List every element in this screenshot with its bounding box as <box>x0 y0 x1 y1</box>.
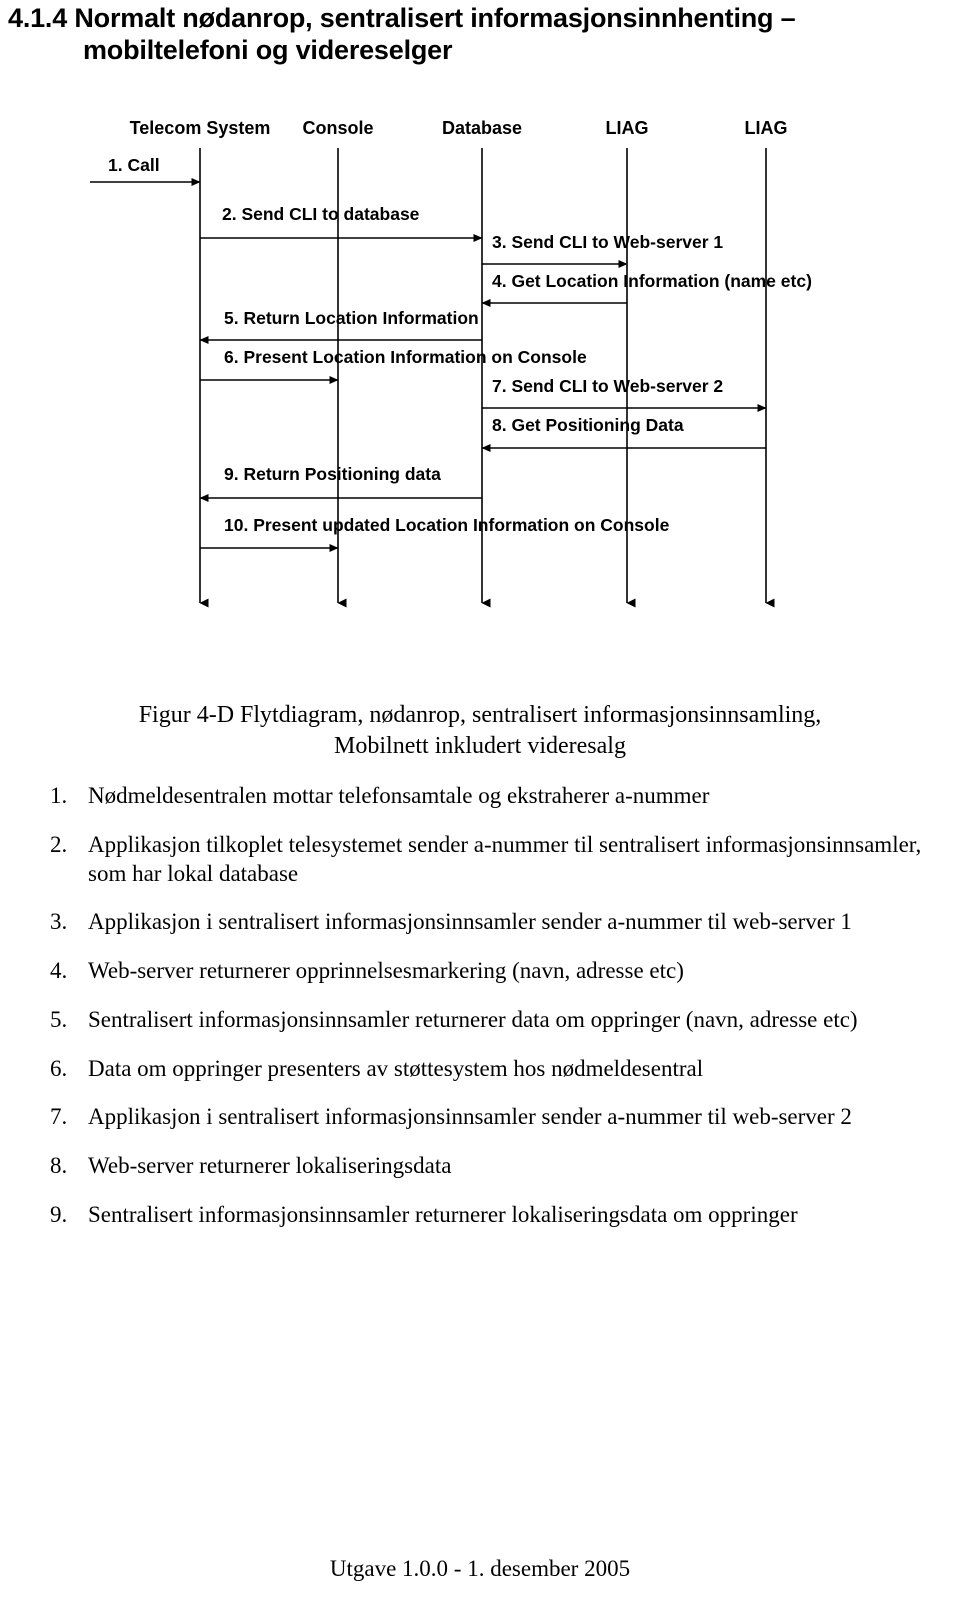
list-item-number: 9. <box>50 1201 68 1227</box>
page-footer: Utgave 1.0.0 - 1. desember 2005 <box>329 1556 631 1581</box>
list-item-text: Sentralisert informasjonsinnsamler retur… <box>88 1006 858 1032</box>
list-item-text: Nødmeldesentralen mottar telefonsamtale … <box>88 783 710 808</box>
list-item-number: 6. <box>50 1055 68 1081</box>
list-item-number: 1. <box>50 783 68 808</box>
page-title: 4.1.4 Normalt nødanrop, sentralisert inf… <box>8 2 808 67</box>
message-label: 3. Send CLI to Web-server 1 <box>492 232 723 252</box>
message-label: 2. Send CLI to database <box>222 204 420 224</box>
figure-caption-line2: Mobilnett inkludert videresalg <box>334 733 626 760</box>
message-label: 5. Return Location Information <box>224 308 479 328</box>
numbered-step-list: 1. Nødmeldesentralen mottar telefonsamtal… <box>50 782 940 1250</box>
list-item: 4. Web-server returnerer opprinnelsesmark… <box>50 957 940 986</box>
sequence-diagram: Telecom System Console Database LIAG LIAG 1.… <box>0 108 960 628</box>
list-item: 7. Applikasjon i sentralisert informasjon… <box>50 1103 940 1132</box>
list-item: 8. Web-server returnerer lokaliseringsdat… <box>50 1152 940 1181</box>
lifeline-label: LIAG <box>745 118 788 138</box>
list-item: 6. Data om oppringer presenters av støtte… <box>50 1055 940 1084</box>
list-item-number: 8. <box>50 1153 68 1178</box>
lifeline-label: Console <box>302 118 373 138</box>
figure-caption-line1: Figur 4-D Flytdiagram, nødanrop, sentral… <box>138 702 822 728</box>
list-item-text: Web-server returnerer opprinnelsesmarker… <box>88 958 684 983</box>
list-item: 1. Nødmeldesentralen mottar telefonsamtal… <box>50 782 940 811</box>
lifeline-label: LIAG <box>606 118 649 138</box>
list-item-number: 2. <box>50 831 68 857</box>
page-title-number: 4.1.4 <box>8 3 68 33</box>
list-item: 3. Applikasjon i sentralisert informasjon… <box>50 908 940 937</box>
list-item: 2. Applikasjon tilkoplet telesystemet sen… <box>50 831 940 889</box>
list-item-text: Applikasjon i sentralisert informasjonsi… <box>88 909 852 935</box>
list-item-text: Web-server returnerer lokaliseringsdata <box>88 1153 452 1178</box>
list-item-text: Data om oppringer presenters av støttesy… <box>88 1055 704 1081</box>
list-item-number: 5. <box>50 1006 68 1032</box>
message-label: 1. Call <box>108 155 160 175</box>
page-title-line1: Normalt nødanrop, sentralisert informasj… <box>74 3 796 33</box>
sequence-diagram-canvas: Telecom System Console Database LIAG LIAG 1.… <box>90 118 812 608</box>
list-item-text: Applikasjon i sentralisert informasjonsi… <box>88 1104 852 1130</box>
messages-group: 1. Call 2. Send CLI to database 3. Send CL… <box>90 155 812 552</box>
message-label: 4. Get Location Information (name etc) <box>492 271 812 291</box>
list-item-text: Applikasjon tilkoplet telesystemet sende… <box>88 831 922 886</box>
message-label: 10. Present updated Location Information… <box>224 515 670 535</box>
message-label: 6. Present Location Information on Conso… <box>224 347 587 367</box>
list-item: 5. Sentralisert informasjonsinnsamler ret… <box>50 1006 940 1035</box>
figure-caption: Figur 4-D Flytdiagram, nødanrop, sentral… <box>0 700 960 762</box>
list-item-number: 4. <box>50 958 68 983</box>
list-item-text: Sentralisert informasjonsinnsamler retur… <box>88 1201 798 1227</box>
message-label: 8. Get Positioning Data <box>492 415 684 435</box>
message-label: 9. Return Positioning data <box>224 464 441 484</box>
list-item-number: 3. <box>50 909 68 935</box>
list-item-number: 7. <box>50 1104 68 1130</box>
message-label: 7. Send CLI to Web-server 2 <box>492 376 723 396</box>
page-title-line2: mobiltelefoni og videreselger <box>83 35 453 66</box>
lifeline-label: Telecom System <box>130 118 271 138</box>
list-item: 9. Sentralisert informasjonsinnsamler ret… <box>50 1201 940 1230</box>
lifeline-label: Database <box>442 118 522 138</box>
